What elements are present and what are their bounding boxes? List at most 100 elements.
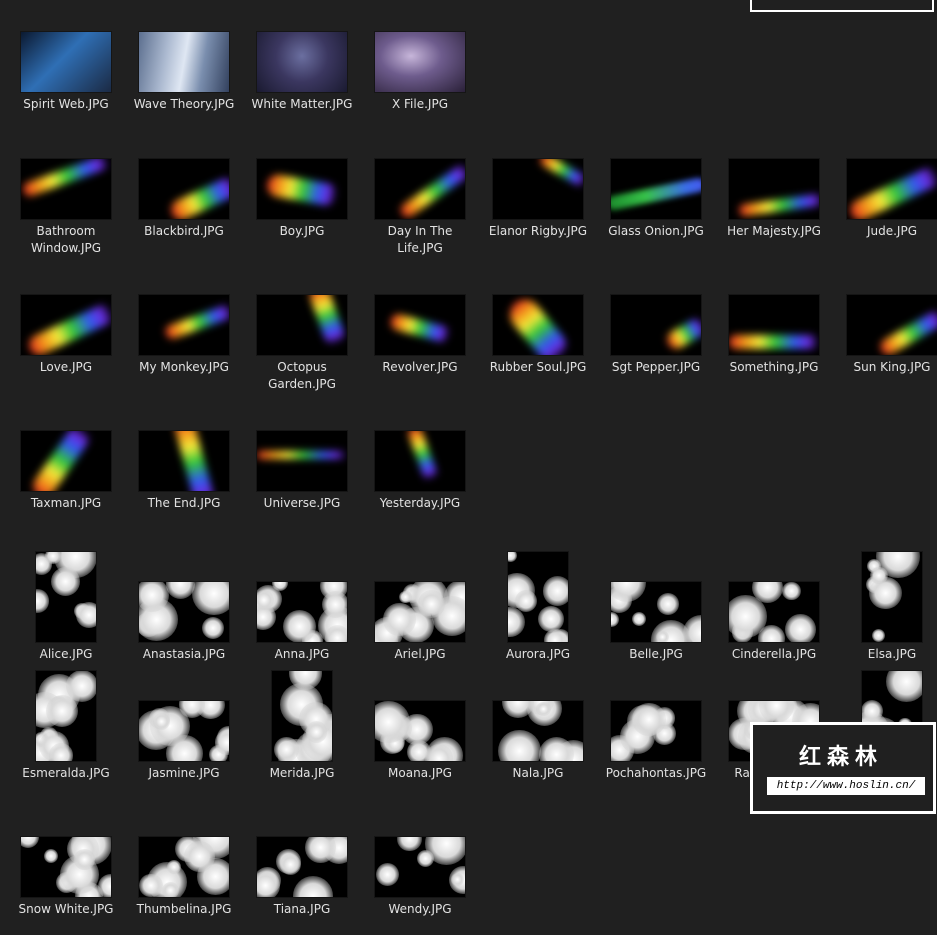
file-thumbnail[interactable]	[36, 552, 96, 642]
file-item[interactable]: Thumbelina.JPG	[125, 805, 243, 935]
file-item[interactable]: Esmeralda.JPG	[7, 669, 125, 799]
file-item[interactable]: Snow White.JPG	[7, 805, 125, 935]
file-item[interactable]: Her Majesty.JPG	[715, 127, 833, 257]
file-item[interactable]: Spirit Web.JPG	[7, 0, 125, 130]
file-item[interactable]: Something.JPG	[715, 263, 833, 393]
file-thumbnail[interactable]	[375, 837, 465, 897]
file-item[interactable]: Alice.JPG	[7, 550, 125, 680]
file-thumbnail[interactable]	[493, 701, 583, 761]
bokeh-light	[45, 694, 78, 728]
file-thumbnail[interactable]	[375, 159, 465, 219]
file-thumbnail[interactable]	[257, 582, 347, 642]
file-item[interactable]: Taxman.JPG	[7, 399, 125, 529]
file-thumbnail[interactable]	[729, 582, 819, 642]
file-item[interactable]: Ariel.JPG	[361, 550, 479, 680]
file-thumbnail[interactable]	[139, 837, 229, 897]
file-item[interactable]: Moana.JPG	[361, 669, 479, 799]
bokeh-light	[74, 849, 95, 870]
file-thumbnail[interactable]	[36, 671, 96, 761]
bokeh-light	[871, 628, 886, 642]
file-item[interactable]: Elsa.JPG	[833, 550, 937, 680]
bokeh-light	[632, 702, 666, 737]
file-thumbnail[interactable]	[847, 295, 937, 355]
thumbnail-frame	[597, 127, 715, 219]
file-thumbnail[interactable]	[139, 701, 229, 761]
file-item[interactable]: Octopus Garden.JPG	[243, 263, 361, 393]
file-thumbnail[interactable]	[257, 837, 347, 897]
file-item[interactable]: Blackbird.JPG	[125, 127, 243, 257]
rainbow-flare	[729, 335, 819, 349]
file-thumbnail[interactable]	[139, 582, 229, 642]
file-thumbnail[interactable]	[21, 159, 111, 219]
file-item[interactable]: Revolver.JPG	[361, 263, 479, 393]
file-thumbnail[interactable]	[611, 159, 701, 219]
file-thumbnail[interactable]	[21, 431, 111, 491]
bokeh-light	[44, 848, 59, 863]
file-name: Snow White.JPG	[18, 902, 114, 916]
file-item[interactable]: Belle.JPG	[597, 550, 715, 680]
bokeh-light	[611, 611, 619, 627]
file-item[interactable]: Glass Onion.JPG	[597, 127, 715, 257]
file-item[interactable]: Wave Theory.JPG	[125, 0, 243, 130]
thumbnail-frame	[361, 550, 479, 642]
file-item[interactable]: Bathroom Window.JPG	[7, 127, 125, 257]
file-thumbnail[interactable]	[375, 32, 465, 92]
file-item[interactable]: Anastasia.JPG	[125, 550, 243, 680]
file-thumbnail[interactable]	[257, 431, 347, 491]
file-item[interactable]: Elanor Rigby.JPG	[479, 127, 597, 257]
file-thumbnail[interactable]	[611, 295, 701, 355]
file-thumbnail[interactable]	[375, 582, 465, 642]
file-thumbnail[interactable]	[375, 431, 465, 491]
file-item[interactable]: Universe.JPG	[243, 399, 361, 529]
file-item[interactable]: Jude.JPG	[833, 127, 937, 257]
thumbnail-frame	[125, 805, 243, 897]
thumbnail-frame	[7, 263, 125, 355]
bokeh-light	[305, 837, 336, 863]
file-item[interactable]: Jasmine.JPG	[125, 669, 243, 799]
file-item[interactable]: Sun King.JPG	[833, 263, 937, 393]
file-thumbnail[interactable]	[21, 837, 111, 897]
file-item[interactable]: Wendy.JPG	[361, 805, 479, 935]
file-thumbnail[interactable]	[272, 671, 332, 761]
file-item[interactable]: Cinderella.JPG	[715, 550, 833, 680]
bokeh-light	[417, 590, 446, 618]
file-thumbnail[interactable]	[729, 159, 819, 219]
file-thumbnail[interactable]	[611, 582, 701, 642]
file-item[interactable]: Nala.JPG	[479, 669, 597, 799]
file-item[interactable]: My Monkey.JPG	[125, 263, 243, 393]
file-thumbnail[interactable]	[139, 32, 229, 92]
file-item[interactable]: The End.JPG	[125, 399, 243, 529]
file-thumbnail[interactable]	[375, 701, 465, 761]
file-item[interactable]: Anna.JPG	[243, 550, 361, 680]
file-thumbnail[interactable]	[139, 295, 229, 355]
file-thumbnail[interactable]	[21, 32, 111, 92]
file-item[interactable]: X File.JPG	[361, 0, 479, 130]
file-thumbnail[interactable]	[729, 295, 819, 355]
file-thumbnail[interactable]	[139, 431, 229, 491]
file-name: Anastasia.JPG	[142, 647, 226, 661]
file-thumbnail[interactable]	[508, 552, 568, 642]
file-thumbnail[interactable]	[257, 32, 347, 92]
file-thumbnail[interactable]	[847, 159, 937, 219]
file-item[interactable]: Tiana.JPG	[243, 805, 361, 935]
file-item[interactable]: Rubber Soul.JPG	[479, 263, 597, 393]
file-item[interactable]: Pochahontas.JPG	[597, 669, 715, 799]
file-thumbnail[interactable]	[493, 159, 583, 219]
file-item[interactable]: Aurora.JPG	[479, 550, 597, 680]
file-item[interactable]: Sgt Pepper.JPG	[597, 263, 715, 393]
file-thumbnail[interactable]	[862, 552, 922, 642]
file-thumbnail[interactable]	[493, 295, 583, 355]
file-item[interactable]: Yesterday.JPG	[361, 399, 479, 529]
file-thumbnail[interactable]	[375, 295, 465, 355]
file-item[interactable]: Love.JPG	[7, 263, 125, 393]
file-thumbnail[interactable]	[21, 295, 111, 355]
file-thumbnail[interactable]	[611, 701, 701, 761]
file-thumbnail[interactable]	[257, 159, 347, 219]
file-item[interactable]: Boy.JPG	[243, 127, 361, 257]
file-thumbnail[interactable]	[257, 295, 347, 355]
file-item[interactable]: White Matter.JPG	[243, 0, 361, 130]
file-item[interactable]: Day In The Life.JPG	[361, 127, 479, 257]
rainbow-flare	[25, 301, 111, 355]
file-thumbnail[interactable]	[139, 159, 229, 219]
file-item[interactable]: Merida.JPG	[243, 669, 361, 799]
